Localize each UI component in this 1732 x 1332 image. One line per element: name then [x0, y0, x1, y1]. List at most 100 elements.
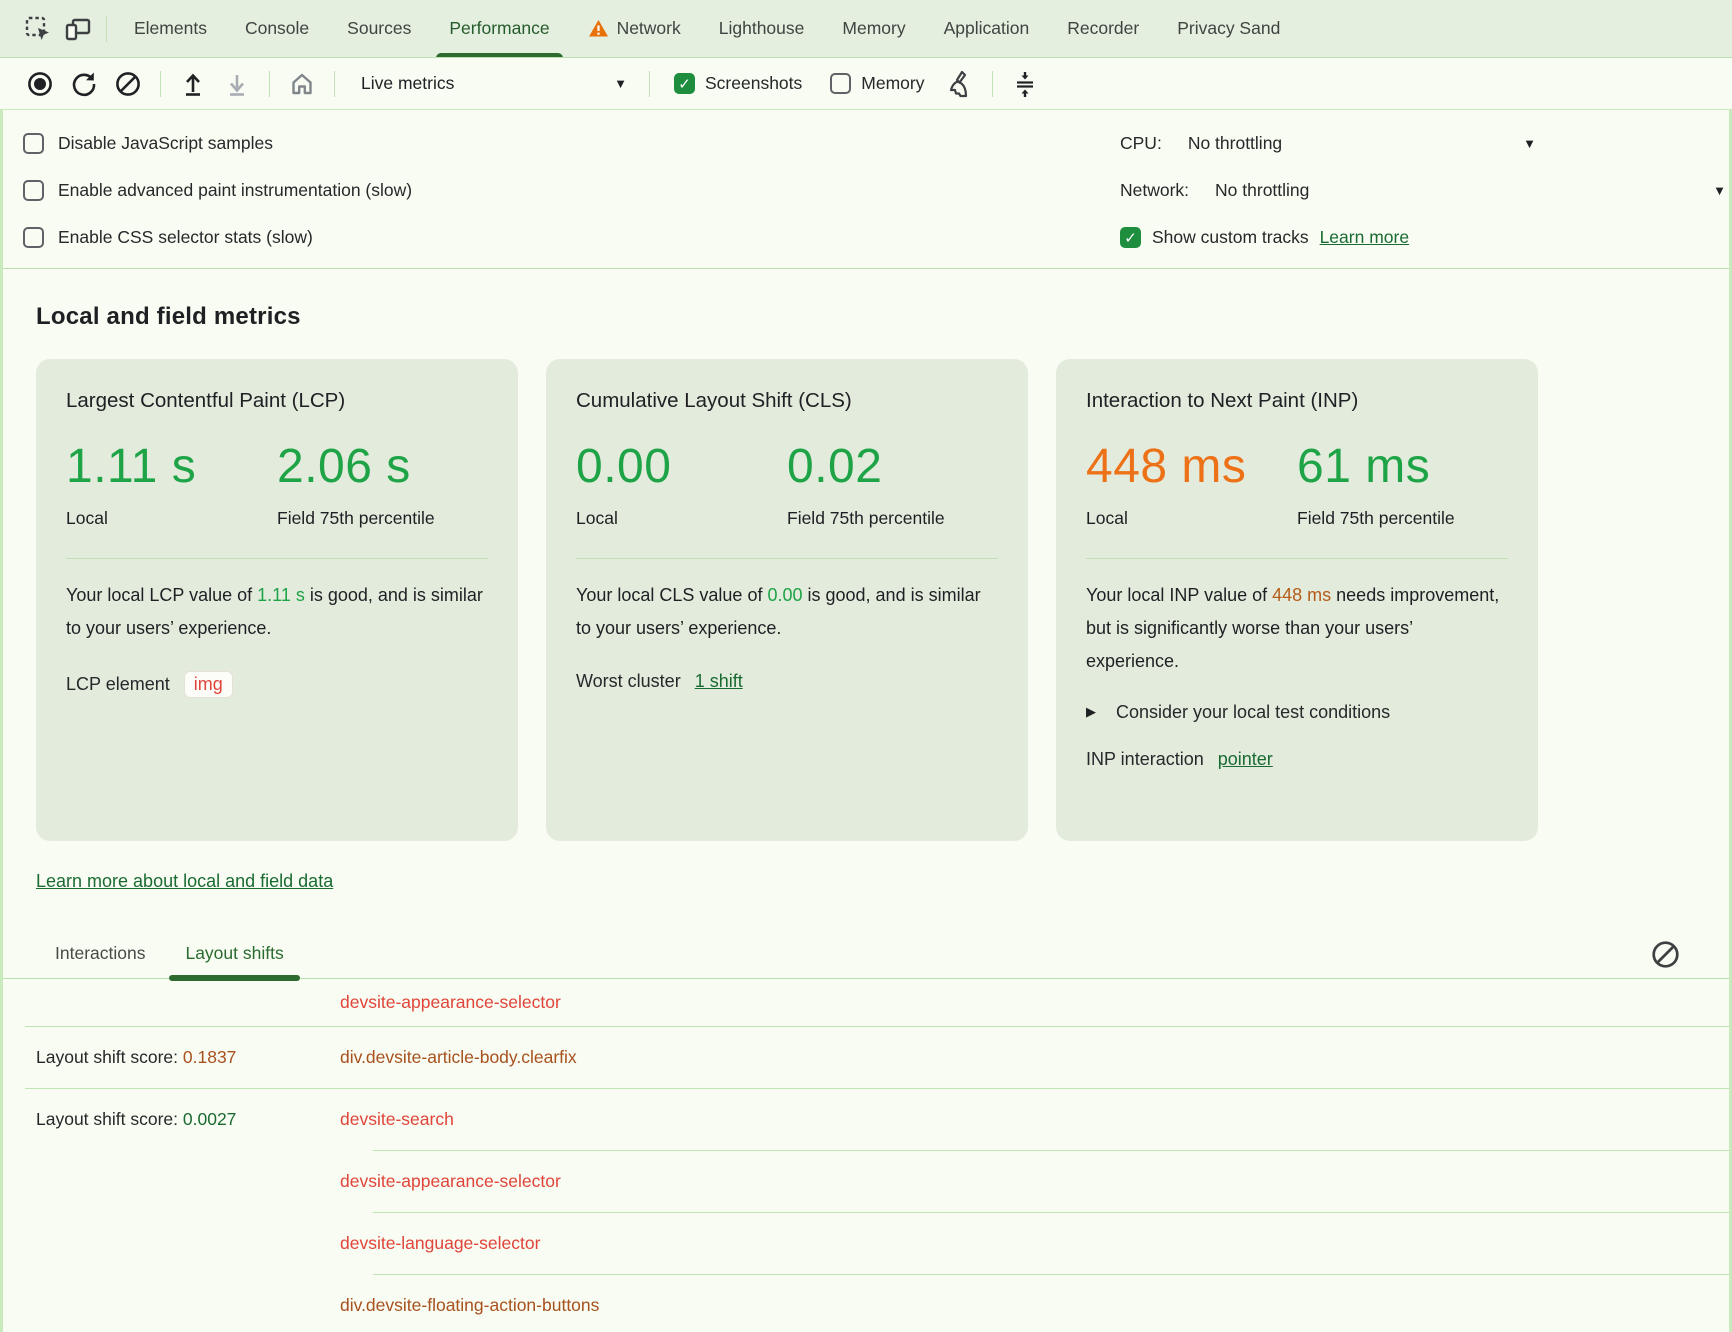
- tab-application[interactable]: Application: [925, 0, 1049, 58]
- divider: [3, 268, 1729, 269]
- memory-checkbox[interactable]: ✓ Memory: [818, 73, 936, 94]
- layout-shift-row: div.devsite-floating-action-buttons: [3, 1275, 1729, 1332]
- metric-values: 1.11 sLocal2.06 sField 75th percentile: [66, 439, 488, 534]
- layout-shift-score-cell: Layout shift score: 0.1837: [3, 1047, 340, 1068]
- network-value: No throttling: [1215, 180, 1309, 201]
- devtools-tabbar: Elements Console Sources Performance Network…: [0, 0, 1732, 58]
- footer-link[interactable]: pointer: [1218, 749, 1273, 770]
- checkbox-unchecked-icon: ✓: [23, 180, 44, 201]
- local-metric-label: Local: [576, 504, 736, 534]
- show-custom-tracks-checkbox[interactable]: ✓ Show custom tracks Learn more: [1120, 214, 1729, 261]
- checkbox-unchecked-icon: ✓: [830, 73, 851, 94]
- metric-values: 448 msLocal61 msField 75th percentile: [1086, 439, 1508, 534]
- lcp-element-node-link[interactable]: img: [184, 671, 233, 698]
- metric-description: Your local INP value of 448 ms needs imp…: [1086, 579, 1508, 678]
- divider: [334, 71, 335, 97]
- save-profile-icon[interactable]: [217, 66, 257, 102]
- disclosure-label: Consider your local test conditions: [1116, 702, 1390, 723]
- layout-shift-row: devsite-language-selector: [3, 1213, 1729, 1274]
- custom-tracks-label: Show custom tracks: [1152, 227, 1309, 248]
- screenshots-label: Screenshots: [705, 73, 802, 94]
- local-metric: 448 msLocal: [1086, 439, 1297, 534]
- local-metric: 0.00 Local: [576, 439, 787, 534]
- reload-record-icon[interactable]: [64, 66, 104, 102]
- field-metric-label: Field 75th percentile: [787, 504, 947, 534]
- local-metric-value: 0.00: [576, 439, 787, 494]
- clear-log-icon[interactable]: [1650, 939, 1681, 970]
- tab-privacy-sand[interactable]: Privacy Sand: [1158, 0, 1299, 58]
- field-metric-value: 2.06 s: [277, 439, 488, 494]
- cpu-label: CPU:: [1120, 133, 1162, 154]
- tab-label: Network: [617, 18, 681, 39]
- shift-culprit-node-link[interactable]: devsite-appearance-selector: [340, 992, 561, 1013]
- layout-shift-score-label: Layout shift score:: [36, 1109, 183, 1129]
- divider: [992, 71, 993, 97]
- local-field-learn-more-link[interactable]: Learn more about local and field data: [36, 871, 333, 892]
- record-icon[interactable]: [20, 66, 60, 102]
- layout-shift-score-cell: Layout shift score: 0.0027: [3, 1109, 340, 1130]
- setting-label: Enable advanced paint instrumentation (s…: [58, 180, 412, 201]
- layout-shift-row: devsite-appearance-selector: [3, 1151, 1729, 1212]
- description-pre: Your local LCP value of: [66, 585, 257, 605]
- subtab-list: Interactions Layout shifts: [43, 943, 312, 978]
- field-metric-label: Field 75th percentile: [277, 504, 437, 534]
- network-label: Network:: [1120, 180, 1189, 201]
- metric-card-lcp: Largest Contentful Paint (LCP)1.11 sLoca…: [36, 359, 518, 841]
- tab-performance[interactable]: Performance: [430, 0, 568, 58]
- field-metric: 61 msField 75th percentile: [1297, 439, 1508, 534]
- metric-card-title: Largest Contentful Paint (LCP): [66, 389, 488, 413]
- tab-memory[interactable]: Memory: [823, 0, 924, 58]
- tab-label: Lighthouse: [719, 18, 805, 39]
- performance-toolbar: Live metrics ▼ ✓ Screenshots ✓ Memory: [0, 58, 1732, 110]
- tab-recorder[interactable]: Recorder: [1048, 0, 1158, 58]
- description-value: 0.00: [767, 585, 802, 605]
- description-value: 448 ms: [1272, 585, 1331, 605]
- network-throttling-select[interactable]: Network: No throttling ▼: [1120, 167, 1729, 214]
- tab-console[interactable]: Console: [226, 0, 328, 58]
- shift-culprit-node-link[interactable]: devsite-appearance-selector: [340, 1171, 561, 1192]
- checkbox-checked-icon: ✓: [674, 73, 695, 94]
- description-value: 1.11 s: [257, 585, 305, 605]
- panel-mode-select[interactable]: Live metrics ▼: [347, 66, 637, 102]
- subtab-layout-shifts[interactable]: Layout shifts: [173, 943, 295, 978]
- divider: [160, 71, 161, 97]
- cpu-throttling-select[interactable]: CPU: No throttling ▼: [1120, 120, 1548, 167]
- home-icon[interactable]: [282, 66, 322, 102]
- local-test-conditions-disclosure[interactable]: ▶Consider your local test conditions: [1086, 702, 1508, 723]
- tab-label: Sources: [347, 18, 411, 39]
- main-tabs: Elements Console Sources Performance Network…: [115, 0, 1299, 58]
- shift-culprit-node-link[interactable]: devsite-search: [340, 1109, 454, 1130]
- local-metric-label: Local: [1086, 504, 1246, 534]
- load-profile-icon[interactable]: [173, 66, 213, 102]
- metric-cards: Largest Contentful Paint (LCP) 1.11 s Loca…: [36, 359, 1729, 841]
- tab-label: Console: [245, 18, 309, 39]
- inspect-icon[interactable]: [18, 9, 58, 49]
- metric-card-inp: Interaction to Next Paint (INP)448 msLoc…: [1056, 359, 1538, 841]
- footer-link[interactable]: 1 shift: [695, 671, 743, 692]
- layout-shift-score-value: 0.1837: [183, 1047, 237, 1067]
- tab-elements[interactable]: Elements: [115, 0, 226, 58]
- metric-description: Your local CLS value of 0.00 is good, an…: [576, 579, 998, 645]
- metric-card-title: Interaction to Next Paint (INP): [1086, 389, 1508, 413]
- shift-culprit-node-link[interactable]: div.devsite-article-body.clearfix: [340, 1047, 577, 1068]
- subtab-interactions[interactable]: Interactions: [43, 943, 157, 978]
- screenshots-checkbox[interactable]: ✓ Screenshots: [662, 73, 814, 94]
- footer-label: Worst cluster: [576, 671, 681, 692]
- cpu-value: No throttling: [1188, 133, 1282, 154]
- collect-garbage-icon[interactable]: [940, 66, 980, 102]
- warning-icon: [588, 19, 609, 38]
- layout-shift-log: devsite-appearance-selector Layout shift …: [3, 979, 1729, 1332]
- metric-card-title: Cumulative Layout Shift (CLS): [576, 389, 998, 413]
- shift-culprit-node-link[interactable]: devsite-language-selector: [340, 1233, 540, 1254]
- device-toolbar-icon[interactable]: [58, 9, 98, 49]
- custom-tracks-learn-more-link[interactable]: Learn more: [1320, 227, 1410, 248]
- field-metric-value: 0.02: [787, 439, 998, 494]
- tab-lighthouse[interactable]: Lighthouse: [700, 0, 824, 58]
- tab-network[interactable]: Network: [569, 0, 700, 58]
- divider: [269, 71, 270, 97]
- clear-icon[interactable]: [108, 66, 148, 102]
- throttling-settings: CPU: No throttling ▼ Network: No throttl…: [1120, 120, 1729, 261]
- collapse-sections-icon[interactable]: [1005, 66, 1045, 102]
- shift-culprit-node-link[interactable]: div.devsite-floating-action-buttons: [340, 1295, 599, 1316]
- tab-sources[interactable]: Sources: [328, 0, 430, 58]
